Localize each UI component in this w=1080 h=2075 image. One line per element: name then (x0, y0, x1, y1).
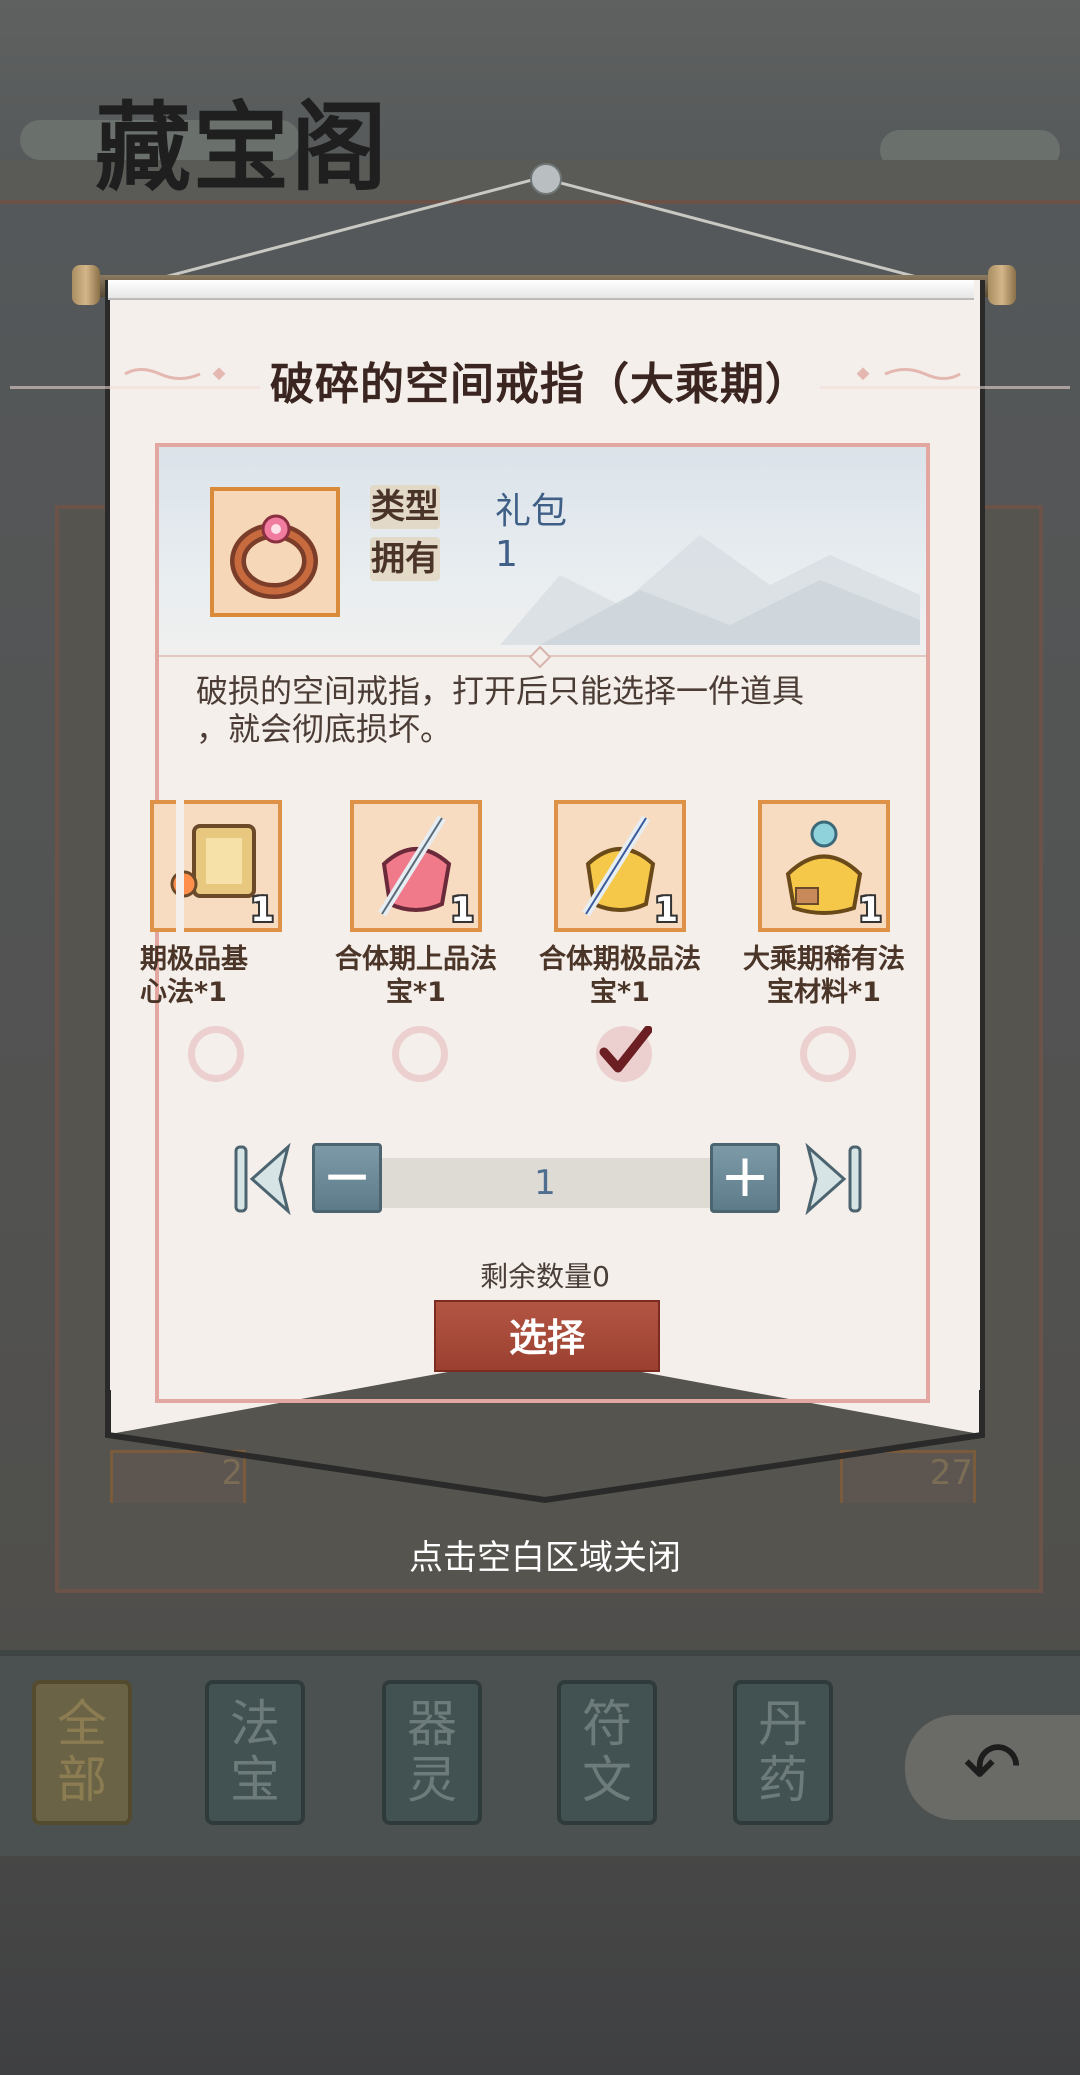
checkmark-icon (599, 1025, 653, 1073)
tab-treasure[interactable]: 法宝 (205, 1680, 305, 1825)
skip-to-min-icon[interactable] (232, 1143, 294, 1215)
skip-to-max-icon[interactable] (802, 1143, 864, 1215)
reward-radio[interactable] (800, 1026, 856, 1082)
scroll-top-edge (108, 280, 974, 300)
reward-count: 1 (250, 890, 274, 930)
scroll-bottom-edge (105, 1390, 985, 1504)
reward-count: 1 (858, 890, 882, 930)
decrease-button[interactable]: − (312, 1143, 382, 1213)
tab-spirit[interactable]: 器灵 (382, 1680, 482, 1825)
reward-item[interactable]: 1 (150, 800, 282, 932)
type-value: 礼包 (495, 491, 568, 532)
reward-name: 大乘期稀有法 宝材料*1 (743, 944, 905, 1008)
type-label: 类型 (370, 485, 440, 529)
page-title: 藏宝阁 (95, 91, 389, 204)
own-value: 1 (495, 534, 518, 575)
item-icon-frame (210, 487, 340, 617)
increase-button[interactable]: + (710, 1143, 780, 1213)
reward-count: 1 (450, 890, 474, 930)
nail-icon (530, 163, 562, 195)
tab-rune[interactable]: 符文 (557, 1680, 657, 1825)
reward-name: 合体期极品法 宝*1 (539, 944, 701, 1008)
close-hint[interactable]: 点击空白区域关闭 (290, 1530, 800, 1579)
item-description: 破损的空间戒指，打开后只能选择一件道具 ，就会彻底损坏。 (196, 672, 805, 748)
rod-cap (988, 265, 1016, 305)
remaining-count: 剩余数量0 (480, 1260, 610, 1293)
back-arrow-icon: ↶ (963, 1726, 1022, 1808)
tab-all[interactable]: 全部 (32, 1680, 132, 1825)
list-clip-edge (176, 795, 184, 935)
reward-radio[interactable] (392, 1026, 448, 1082)
reward-item[interactable]: 1 (758, 800, 890, 932)
reward-item[interactable]: 1 (554, 800, 686, 932)
dialog-title: 破碎的空间戒指（大乘期） (270, 359, 810, 410)
select-button[interactable]: 选择 (434, 1300, 660, 1372)
quantity-value: 1 (534, 1163, 556, 1203)
ring-icon (230, 514, 318, 599)
reward-radio[interactable] (188, 1026, 244, 1082)
own-label: 拥有 (370, 537, 440, 581)
reward-name: 合体期上品法 宝*1 (335, 944, 497, 1008)
reward-radio-selected[interactable] (596, 1025, 653, 1082)
reward-item[interactable]: 1 (350, 800, 482, 932)
reward-count: 1 (654, 890, 678, 930)
rod-cap (72, 265, 100, 305)
reward-name: 期极品基 心法*1 (140, 944, 248, 1008)
back-button[interactable]: ↶ (905, 1715, 1080, 1820)
tab-pill[interactable]: 丹药 (733, 1680, 833, 1825)
